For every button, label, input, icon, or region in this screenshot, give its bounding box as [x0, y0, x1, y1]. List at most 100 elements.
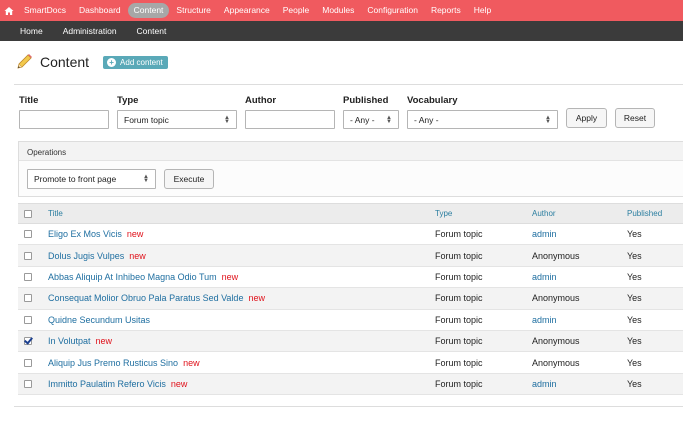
row-checkbox[interactable]: [24, 315, 32, 324]
new-badge: new: [129, 250, 146, 261]
content-table: Title Type Author Published Eligo Ex Mos…: [18, 203, 683, 396]
node-title-link[interactable]: Quidne Secundum Usitas: [48, 315, 150, 325]
home-icon[interactable]: [0, 0, 18, 21]
published-cell: Yes: [627, 229, 642, 240]
shortcut-content[interactable]: Content: [127, 26, 177, 36]
author-cell[interactable]: admin: [532, 224, 557, 244]
row-checkbox[interactable]: [24, 379, 32, 388]
vocabulary-select[interactable]: - Any - ▲ ▼: [407, 110, 558, 129]
row-checkbox-cell: [24, 245, 32, 265]
title-cell: Abbas Aliquip At Inhibeo Magna Odio Tum n…: [48, 267, 238, 287]
select-all-checkbox[interactable]: [24, 209, 32, 218]
toolbar-item-appearance[interactable]: Appearance: [218, 3, 276, 18]
type-cell: Forum topic: [435, 271, 483, 282]
row-checkbox[interactable]: [24, 294, 32, 303]
row-checkbox-cell: [24, 288, 32, 308]
filter-author: Author: [245, 95, 335, 129]
toolbar-item-reports[interactable]: Reports: [425, 3, 467, 18]
published-cell: Yes: [627, 314, 642, 325]
type-select-value: Forum topic: [124, 114, 169, 125]
new-badge: new: [183, 357, 200, 368]
row-checkbox[interactable]: [24, 272, 32, 281]
type-cell: Forum topic: [435, 378, 483, 389]
title-cell: In Volutpat new: [48, 331, 112, 351]
filter-published-label: Published: [343, 95, 389, 106]
published-cell: Yes: [627, 378, 642, 389]
toolbar-item-people[interactable]: People: [277, 3, 315, 18]
published-cell: Yes: [627, 357, 642, 368]
toolbar-item-modules[interactable]: Modules: [316, 3, 360, 18]
apply-button[interactable]: Apply: [566, 108, 607, 128]
add-content-button[interactable]: + Add content: [103, 55, 168, 69]
toolbar-item-smartdocs[interactable]: SmartDocs: [18, 3, 72, 18]
title-cell: Aliquip Jus Premo Rusticus Sino new: [48, 352, 200, 372]
toolbar-item-content[interactable]: Content: [127, 3, 170, 18]
new-badge: new: [126, 229, 144, 240]
new-badge: new: [95, 336, 113, 347]
node-title-link[interactable]: Abbas Aliquip At Inhibeo Magna Odio Tum: [48, 272, 217, 282]
title-cell: Eligo Ex Mos Vicis new: [48, 224, 143, 244]
filter-vocabulary: Vocabulary - Any - ▲ ▼: [407, 95, 558, 129]
published-cell: Yes: [627, 271, 642, 282]
published-cell: Yes: [627, 293, 642, 304]
node-title-link[interactable]: Aliquip Jus Premo Rusticus Sino: [48, 358, 178, 368]
column-type[interactable]: Type: [435, 204, 452, 223]
divider: [14, 406, 683, 407]
shortcut-administration[interactable]: Administration: [53, 26, 127, 36]
select-arrows-icon: ▲ ▼: [386, 114, 392, 125]
author-cell: Anonymous: [532, 293, 580, 304]
shortcut-bar: Home Administration Content: [0, 21, 683, 41]
published-cell: Yes: [627, 250, 642, 261]
type-cell: Forum topic: [435, 229, 483, 240]
select-arrows-icon: ▲ ▼: [545, 114, 551, 125]
row-checkbox[interactable]: [24, 337, 32, 346]
shortcut-home[interactable]: Home: [10, 26, 53, 36]
published-select[interactable]: - Any - ▲ ▼: [343, 110, 399, 129]
admin-toolbar: SmartDocs Dashboard Content Structure Ap…: [0, 0, 683, 21]
table-row: Eligo Ex Mos Vicis new Forum topic admin Yes: [18, 224, 683, 246]
row-checkbox[interactable]: [24, 251, 32, 260]
title-cell: Consequat Molior Obruo Pala Paratus Sed …: [48, 288, 265, 308]
node-title-link[interactable]: Consequat Molior Obruo Pala Paratus Sed …: [48, 293, 243, 303]
pencil-icon: [17, 54, 32, 69]
row-checkbox[interactable]: [24, 230, 32, 239]
title-cell: Immitto Paulatim Refero Vicis new: [48, 374, 187, 394]
type-cell: Forum topic: [435, 357, 483, 368]
toolbar-item-configuration[interactable]: Configuration: [361, 3, 424, 18]
toolbar-item-help[interactable]: Help: [468, 3, 497, 18]
toolbar-item-structure[interactable]: Structure: [170, 3, 217, 18]
new-badge: new: [248, 293, 265, 304]
operation-select[interactable]: Promote to front page ▲ ▼: [27, 169, 156, 189]
table-row: Consequat Molior Obruo Pala Paratus Sed …: [18, 288, 683, 310]
title-input[interactable]: [19, 110, 109, 129]
node-title-link[interactable]: Eligo Ex Mos Vicis: [48, 229, 122, 239]
type-select[interactable]: Forum topic ▲ ▼: [117, 110, 237, 129]
type-cell: Forum topic: [435, 336, 483, 347]
node-title-link[interactable]: Dolus Jugis Vulpes: [48, 251, 124, 261]
author-cell[interactable]: admin: [532, 310, 557, 330]
column-title[interactable]: Title: [48, 204, 63, 223]
author-cell: Anonymous: [532, 357, 580, 368]
select-arrows-icon: ▲ ▼: [143, 174, 149, 184]
page-title: Content: [40, 54, 90, 70]
node-title-link[interactable]: Immitto Paulatim Refero Vicis: [48, 379, 166, 389]
title-cell: Dolus Jugis Vulpes new: [48, 245, 146, 265]
operations-box: Operations Promote to front page ▲ ▼ Exec…: [18, 141, 683, 197]
execute-button[interactable]: Execute: [164, 169, 214, 189]
reset-button[interactable]: Reset: [615, 108, 655, 128]
author-cell[interactable]: admin: [532, 374, 557, 394]
toolbar-item-dashboard[interactable]: Dashboard: [73, 3, 127, 18]
row-checkbox-cell: [24, 374, 32, 394]
row-checkbox[interactable]: [24, 358, 32, 367]
column-published[interactable]: Published: [627, 204, 662, 223]
author-cell: Anonymous: [532, 250, 580, 261]
node-title-link[interactable]: In Volutpat: [48, 336, 91, 346]
author-input[interactable]: [245, 110, 335, 129]
filter-type-label: Type: [117, 95, 139, 106]
column-author[interactable]: Author: [532, 204, 556, 223]
type-cell: Forum topic: [435, 250, 483, 261]
table-row: Aliquip Jus Premo Rusticus Sino new Forum …: [18, 352, 683, 374]
author-cell[interactable]: admin: [532, 267, 557, 287]
operation-select-value: Promote to front page: [34, 174, 117, 184]
select-arrows-icon: ▲ ▼: [224, 114, 230, 125]
